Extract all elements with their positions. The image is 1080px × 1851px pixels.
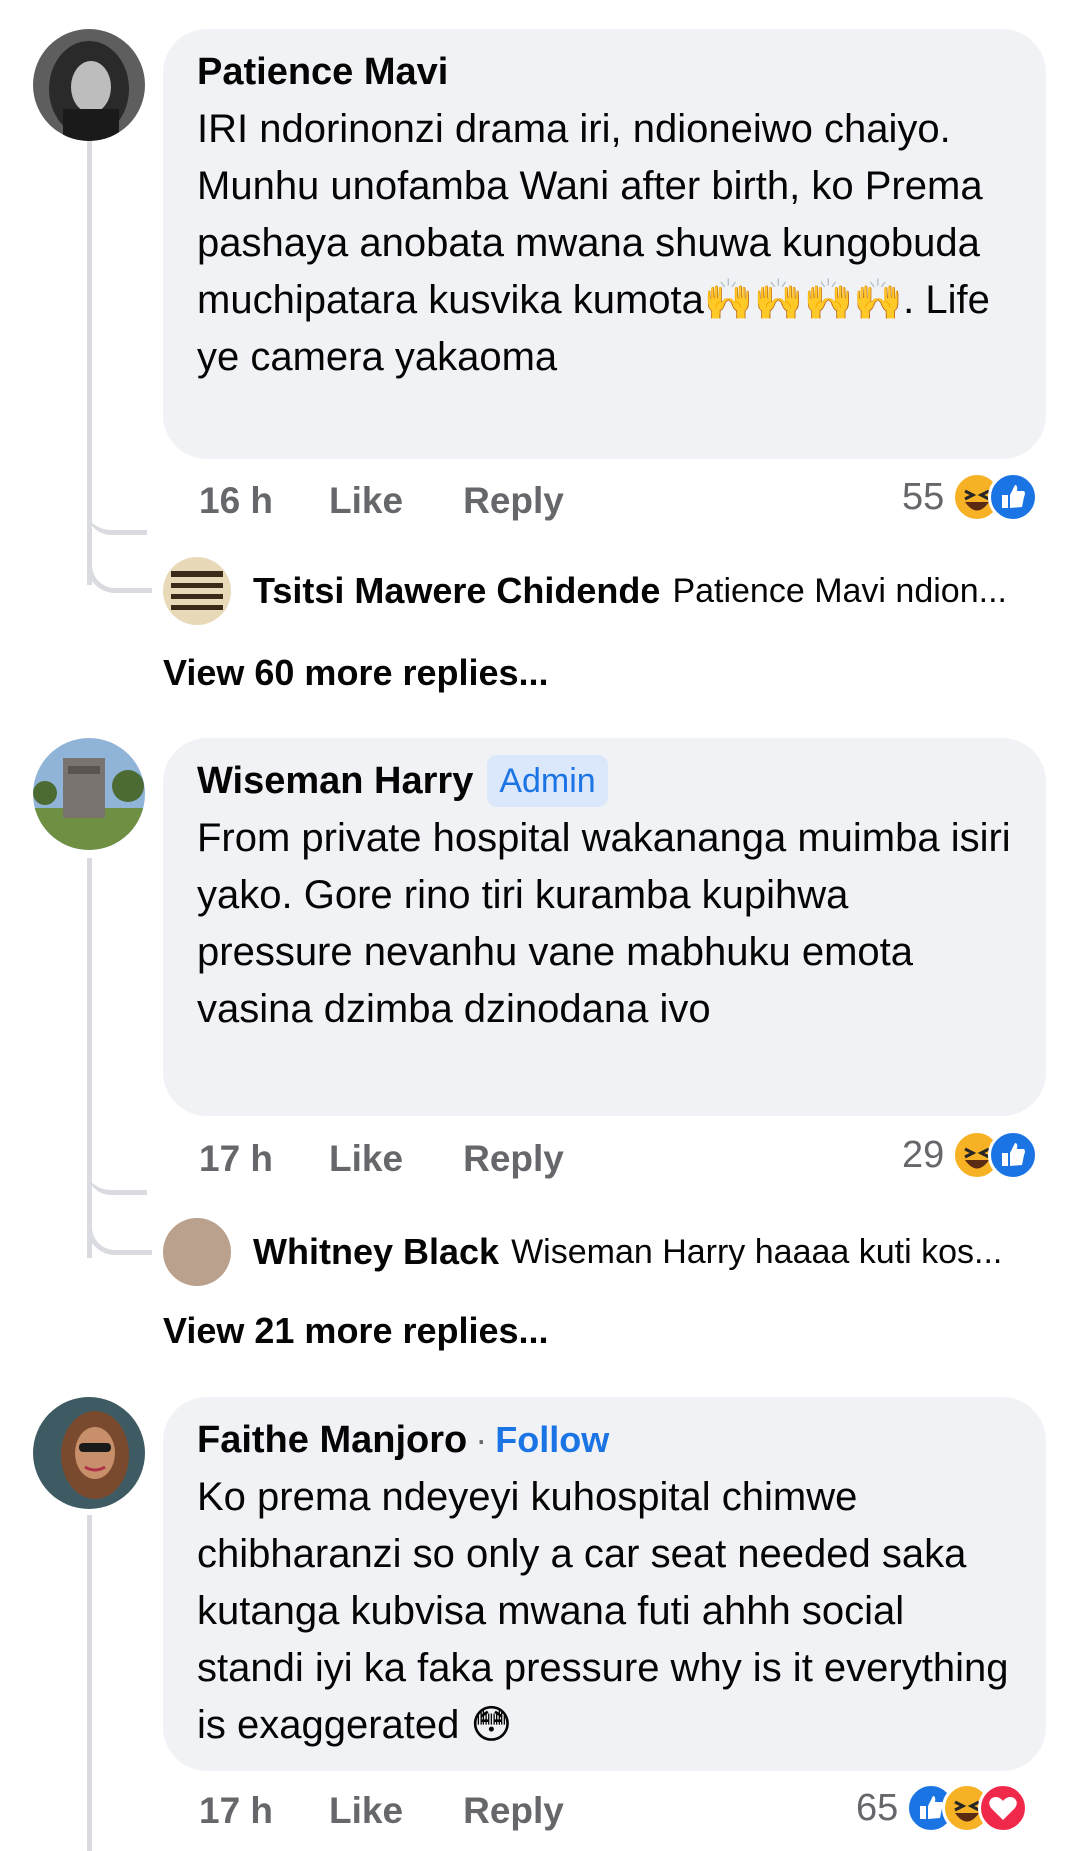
reply-button[interactable]: Reply (463, 1790, 564, 1832)
like-button[interactable]: Like (329, 1790, 403, 1832)
follow-button[interactable]: Follow (495, 1419, 609, 1461)
reaction-count: 65 (856, 1786, 899, 1829)
comment-text: Ko prema ndeyeyi kuhospital chimwe chibh… (197, 1475, 1020, 1747)
separator-dot: · (475, 1419, 488, 1460)
comment-timestamp[interactable]: 16 h (199, 480, 273, 522)
reply-author[interactable]: Whitney Black (253, 1231, 499, 1273)
reaction-summary[interactable]: 55 (902, 472, 1039, 522)
avatar[interactable] (33, 29, 145, 141)
comment-timestamp[interactable]: 17 h (199, 1790, 273, 1832)
thread-line (87, 1515, 92, 1851)
comment-bubble: Patience Mavi IRI ndorinonzi drama iri, … (163, 29, 1046, 459)
thread-branch (87, 480, 147, 535)
admin-badge: Admin (487, 755, 608, 807)
like-button[interactable]: Like (329, 1138, 403, 1180)
avatar[interactable] (33, 1397, 145, 1509)
comment-author[interactable]: Faithe Manjoro (197, 1415, 467, 1465)
reaction-summary[interactable]: 29 (902, 1130, 1039, 1180)
reaction-count: 55 (902, 475, 945, 518)
comment-bubble: Wiseman Harry Admin From private hospita… (163, 738, 1046, 1116)
reply-avatar[interactable] (163, 557, 231, 625)
comment-actions: 17 h Like Reply (199, 1134, 564, 1184)
thread-branch (87, 1140, 147, 1195)
comment-author[interactable]: Wiseman Harry (197, 756, 473, 806)
reply-preview[interactable]: Whitney Black Wiseman Harry haaaa kuti k… (163, 1216, 1043, 1288)
view-more-replies-link[interactable]: View 60 more replies... (163, 648, 549, 698)
love-reaction-icon (978, 1783, 1029, 1833)
comment-bubble: Faithe Manjoro · Follow Ko prema ndeyeyi… (163, 1397, 1046, 1771)
thread-branch (87, 1222, 152, 1255)
view-more-replies-link[interactable]: View 21 more replies... (163, 1306, 549, 1356)
like-reaction-icon (988, 472, 1039, 522)
comment-timestamp[interactable]: 17 h (199, 1138, 273, 1180)
reaction-summary[interactable]: 65 (856, 1783, 1029, 1833)
reaction-count: 29 (902, 1133, 945, 1176)
reply-author[interactable]: Tsitsi Mawere Chidende (253, 570, 660, 612)
reply-button[interactable]: Reply (463, 480, 564, 522)
comment-author[interactable]: Patience Mavi (197, 47, 448, 97)
reply-button[interactable]: Reply (463, 1138, 564, 1180)
like-button[interactable]: Like (329, 480, 403, 522)
reply-avatar[interactable] (163, 1218, 231, 1286)
reply-preview[interactable]: Tsitsi Mawere Chidende Patience Mavi ndi… (163, 555, 1043, 627)
comment-actions: 16 h Like Reply (199, 476, 564, 526)
like-reaction-icon (988, 1130, 1039, 1180)
comment-text: From private hospital wakananga muimba i… (197, 816, 1022, 1031)
reply-snippet: Wiseman Harry haaaa kuti kos... (511, 1232, 1003, 1271)
reply-snippet: Patience Mavi ndion... (672, 571, 1007, 610)
avatar[interactable] (33, 738, 145, 850)
comment-actions: 17 h Like Reply (199, 1786, 564, 1836)
thread-line (87, 858, 92, 1258)
thread-branch (87, 560, 152, 593)
comment-text: IRI ndorinonzi drama iri, ndioneiwo chai… (197, 107, 1001, 379)
